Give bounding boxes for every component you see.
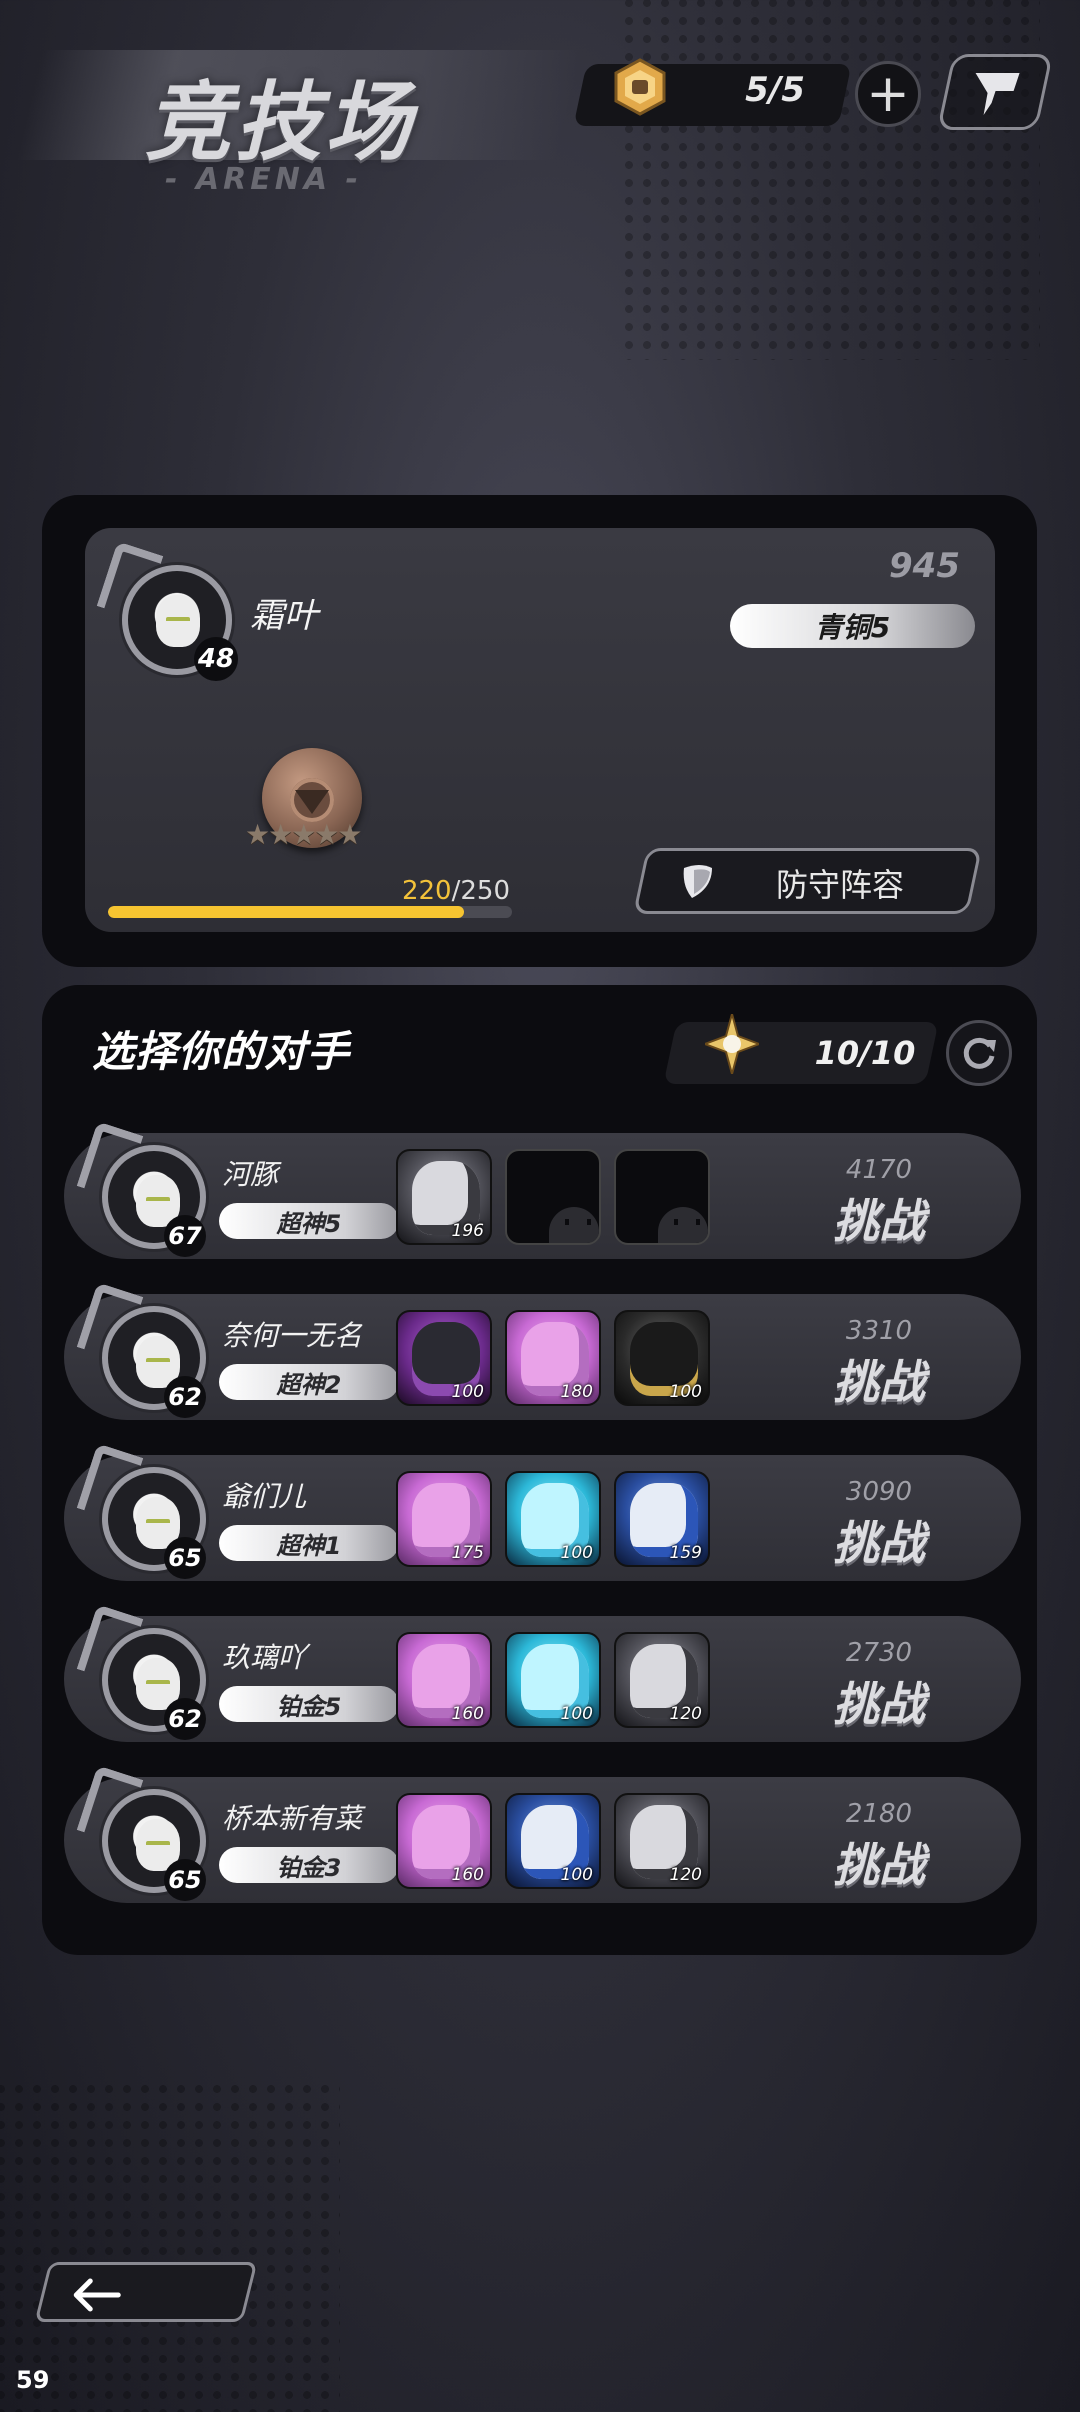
opponent-rank-badge: 超神1 [219, 1525, 399, 1561]
opponent-name: 桥本新有菜 [222, 1802, 363, 1835]
defense-lineup-label: 防守阵容 [775, 866, 904, 904]
attempts-count: 10/10 [814, 1034, 916, 1072]
pet-power: 159 [669, 1543, 702, 1563]
opponent-row: 65 爺们儿超神1 175 100 159 3090 挑战 [64, 1455, 1021, 1581]
pet-power: 100 [451, 1382, 484, 1402]
shield-icon [683, 865, 712, 898]
opponents-title: 选择你的对手 [92, 1027, 351, 1076]
refresh-icon [963, 1037, 996, 1069]
ranking-flag-button[interactable] [936, 54, 1054, 130]
opponent-level: 62 [164, 1376, 206, 1418]
star-token-icon [705, 1014, 759, 1074]
add-tickets-button[interactable]: + [855, 61, 921, 127]
pet-slot: 180 [505, 1310, 601, 1406]
opponent-rank-badge: 超神5 [219, 1203, 399, 1239]
pet-power: 100 [560, 1543, 593, 1563]
pet-slot: 159 [614, 1471, 710, 1567]
plus-icon: + [866, 64, 910, 124]
medal-stars-icon: ★★★★★ [245, 818, 363, 851]
empty-pet-slot [505, 1149, 601, 1245]
medal-emblem [295, 790, 329, 814]
page-title: 竞技场 [145, 73, 415, 173]
pet-slot: 100 [505, 1471, 601, 1567]
back-button[interactable] [34, 2262, 258, 2322]
pet-slot: 100 [396, 1310, 492, 1406]
pet-power: 180 [560, 1382, 593, 1402]
opponent-rank-badge: 铂金3 [219, 1847, 399, 1883]
opponent-name: 奈何一无名 [222, 1319, 363, 1352]
pet-slot: 100 [505, 1632, 601, 1728]
opponent-level: 65 [164, 1537, 206, 1579]
avatar-face [156, 595, 200, 647]
ticket-count: 5/5 [745, 70, 805, 110]
empty-pet-slot [614, 1149, 710, 1245]
pet-slot: 120 [614, 1632, 710, 1728]
challenge-button[interactable]: 挑战 [809, 1829, 949, 1895]
pet-slot: 196 [396, 1149, 492, 1245]
xp-current: 220 [401, 876, 452, 906]
opponent-power: 3310 [845, 1316, 913, 1346]
pet-slot: 160 [396, 1793, 492, 1889]
pet-slot: 100 [614, 1310, 710, 1406]
opponent-row: 67 河豚超神5 196 4170 挑战 [64, 1133, 1021, 1259]
player-score: 945 [889, 546, 960, 586]
pet-power: 120 [669, 1704, 702, 1724]
opponent-name: 玖璃吖 [222, 1641, 307, 1674]
opponent-power: 2730 [845, 1638, 913, 1668]
challenge-button[interactable]: 挑战 [809, 1346, 949, 1412]
refresh-opponents-button[interactable] [946, 1020, 1012, 1086]
opponent-row: 65 桥本新有菜铂金3 160 100 120 2180 挑战 [64, 1777, 1021, 1903]
pet-power: 120 [669, 1865, 702, 1885]
pet-power: 160 [451, 1865, 484, 1885]
back-arrow-icon [73, 2278, 121, 2312]
pet-power: 100 [669, 1382, 702, 1402]
opponent-name: 河豚 [222, 1158, 279, 1191]
opponent-power: 2180 [845, 1799, 913, 1829]
pet-power: 160 [451, 1704, 484, 1724]
opponent-rank-badge: 铂金5 [219, 1686, 399, 1722]
opponent-name: 爺们儿 [222, 1480, 307, 1513]
flag-icon [975, 73, 1020, 115]
xp-readout: 220/250 [401, 876, 510, 906]
player-level: 48 [194, 637, 238, 681]
opponent-row: 62 奈何一无名超神2 100 180 100 3310 挑战 [64, 1294, 1021, 1420]
xp-progress-fill [108, 906, 464, 918]
pet-power: 100 [560, 1704, 593, 1724]
opponent-level: 65 [164, 1859, 206, 1901]
pet-slot: 120 [614, 1793, 710, 1889]
opponent-power: 3090 [845, 1477, 913, 1507]
challenge-button[interactable]: 挑战 [809, 1185, 949, 1251]
opponent-row: 62 玖璃吖铂金5 160 100 120 2730 挑战 [64, 1616, 1021, 1742]
challenge-button[interactable]: 挑战 [809, 1668, 949, 1734]
background-halftone-bottom [0, 2080, 340, 2412]
opponent-power: 4170 [845, 1155, 913, 1185]
page-subtitle: - ARENA - [165, 162, 362, 197]
pet-power: 100 [560, 1865, 593, 1885]
player-rank-badge: 青铜5 [730, 604, 975, 648]
pet-power: 175 [451, 1543, 484, 1563]
xp-max: 250 [460, 876, 510, 906]
pet-slot: 175 [396, 1471, 492, 1567]
pet-power: 196 [451, 1221, 484, 1241]
opponent-level: 67 [164, 1215, 206, 1257]
challenge-button[interactable]: 挑战 [809, 1507, 949, 1573]
ticket-icon [614, 58, 666, 116]
opponent-level: 62 [164, 1698, 206, 1740]
pet-slot: 100 [505, 1793, 601, 1889]
opponent-rank-badge: 超神2 [219, 1364, 399, 1400]
fps-counter: 59 [16, 2366, 50, 2394]
player-name: 霜叶 [250, 596, 318, 636]
xp-progress-bar [108, 906, 512, 918]
pet-slot: 160 [396, 1632, 492, 1728]
